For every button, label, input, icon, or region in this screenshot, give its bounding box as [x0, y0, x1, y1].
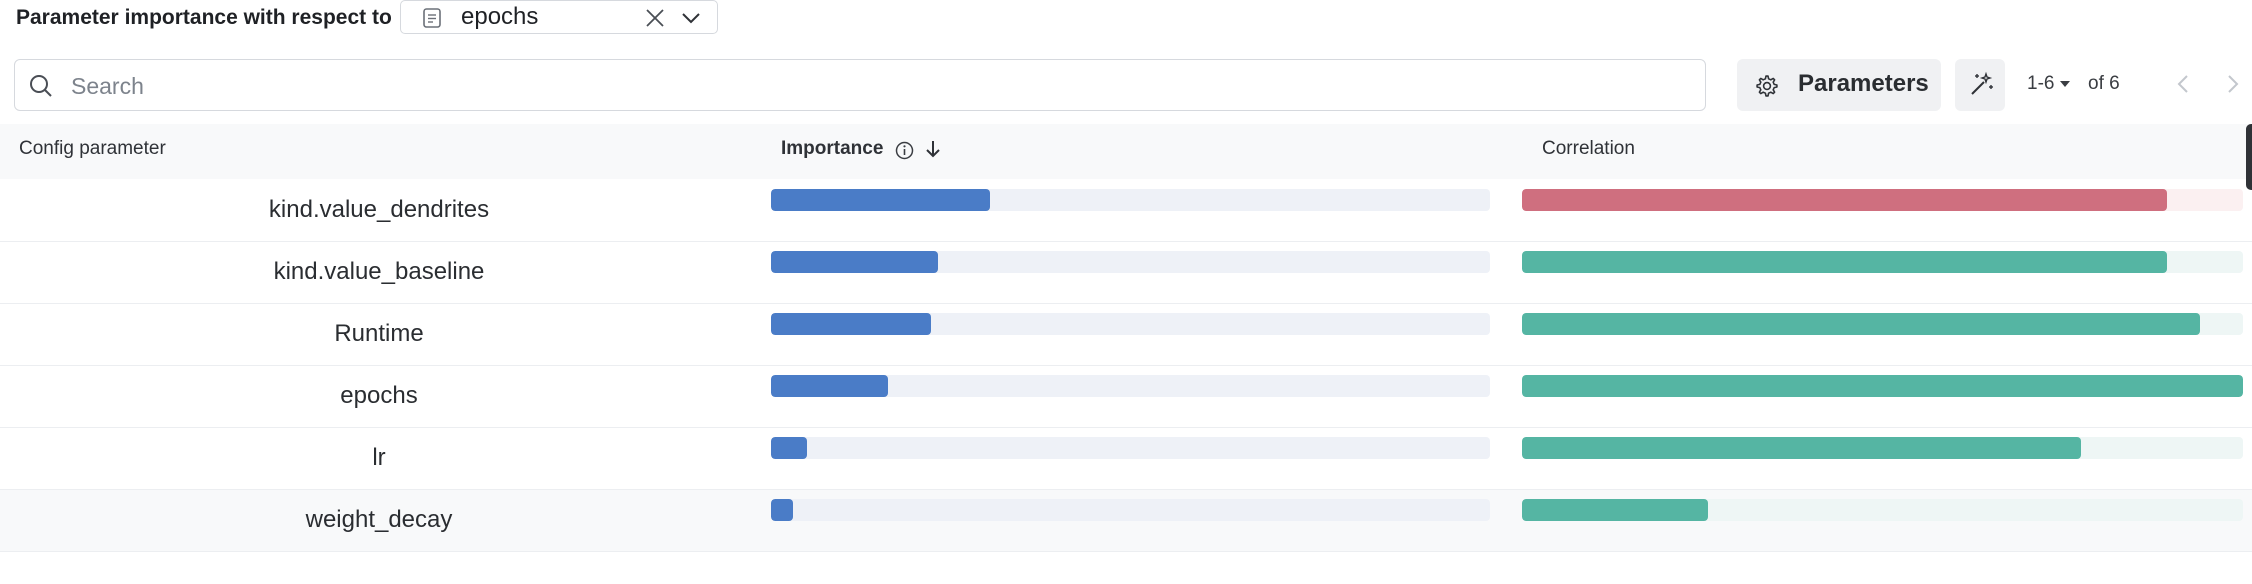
search-icon	[30, 75, 52, 97]
importance-bar-track	[771, 437, 1490, 459]
correlation-bar-positive	[1522, 437, 2081, 459]
correlation-bar-track	[1522, 189, 2243, 211]
correlation-bar-positive	[1522, 313, 2200, 335]
config-parameter-name: lr	[372, 444, 386, 471]
table-row[interactable]: epochs	[0, 366, 2252, 428]
importance-bar	[771, 251, 938, 273]
info-icon[interactable]	[895, 141, 914, 160]
table-row[interactable]: lr	[0, 428, 2252, 490]
page-range-select[interactable]: 1-6	[2027, 73, 2054, 95]
correlation-bar-track	[1522, 437, 2243, 459]
close-icon[interactable]	[645, 8, 665, 28]
search-box	[14, 59, 1706, 111]
correlation-bar-track	[1522, 313, 2243, 335]
column-header-importance[interactable]: Importance	[781, 138, 883, 160]
chevron-down-icon[interactable]	[681, 10, 701, 26]
importance-bar-track	[771, 499, 1490, 521]
table-header: Config parameter Importance Correlation	[0, 124, 2252, 179]
correlation-bar-track	[1522, 499, 2243, 521]
chevron-right-icon[interactable]	[2226, 73, 2240, 95]
config-parameter-name: kind.value_dendrites	[268, 196, 490, 223]
document-icon	[423, 8, 441, 28]
importance-bar	[771, 189, 991, 211]
metric-select[interactable]: epochs	[400, 0, 718, 34]
importance-bar	[771, 437, 807, 459]
caret-down-icon[interactable]	[2059, 78, 2071, 90]
importance-bar-track	[771, 189, 1490, 211]
importance-bar-track	[771, 251, 1490, 273]
header: Parameter importance with respect to	[16, 0, 392, 36]
table-row[interactable]: kind.value_dendrites	[0, 180, 2252, 242]
importance-bar	[771, 313, 931, 335]
config-parameter-name: kind.value_baseline	[273, 258, 485, 285]
magic-wand-icon	[1971, 71, 1993, 95]
importance-bar	[771, 499, 793, 521]
magic-wand-button[interactable]	[1955, 59, 2005, 111]
table-row[interactable]: Runtime	[0, 304, 2252, 366]
parameters-button-label: Parameters	[1798, 70, 1929, 97]
correlation-bar-positive	[1522, 251, 2168, 273]
correlation-bar-track	[1522, 251, 2243, 273]
correlation-bar-track	[1522, 375, 2243, 397]
table-row[interactable]: weight_decay	[0, 490, 2252, 552]
sort-arrow-down-icon[interactable]	[924, 139, 942, 159]
column-header-config[interactable]: Config parameter	[19, 138, 166, 160]
column-header-correlation[interactable]: Correlation	[1542, 138, 1635, 160]
correlation-bar-negative	[1522, 189, 2168, 211]
correlation-bar-positive	[1522, 499, 1709, 521]
parameters-button[interactable]: Parameters	[1737, 59, 1941, 111]
correlation-bar-positive	[1522, 375, 2243, 397]
gear-icon	[1756, 75, 1778, 97]
metric-select-value: epochs	[461, 3, 539, 30]
config-parameter-name: Runtime	[334, 320, 424, 347]
config-parameter-name: epochs	[340, 382, 418, 409]
search-input[interactable]	[69, 68, 1673, 104]
importance-bar	[771, 375, 889, 397]
header-label: Parameter importance with respect to	[16, 6, 392, 29]
chevron-left-icon[interactable]	[2176, 73, 2190, 95]
importance-bar-track	[771, 313, 1490, 335]
config-parameter-name: weight_decay	[305, 506, 453, 533]
table-row[interactable]: kind.value_baseline	[0, 242, 2252, 304]
page-total: of 6	[2088, 73, 2120, 94]
importance-bar-track	[771, 375, 1490, 397]
